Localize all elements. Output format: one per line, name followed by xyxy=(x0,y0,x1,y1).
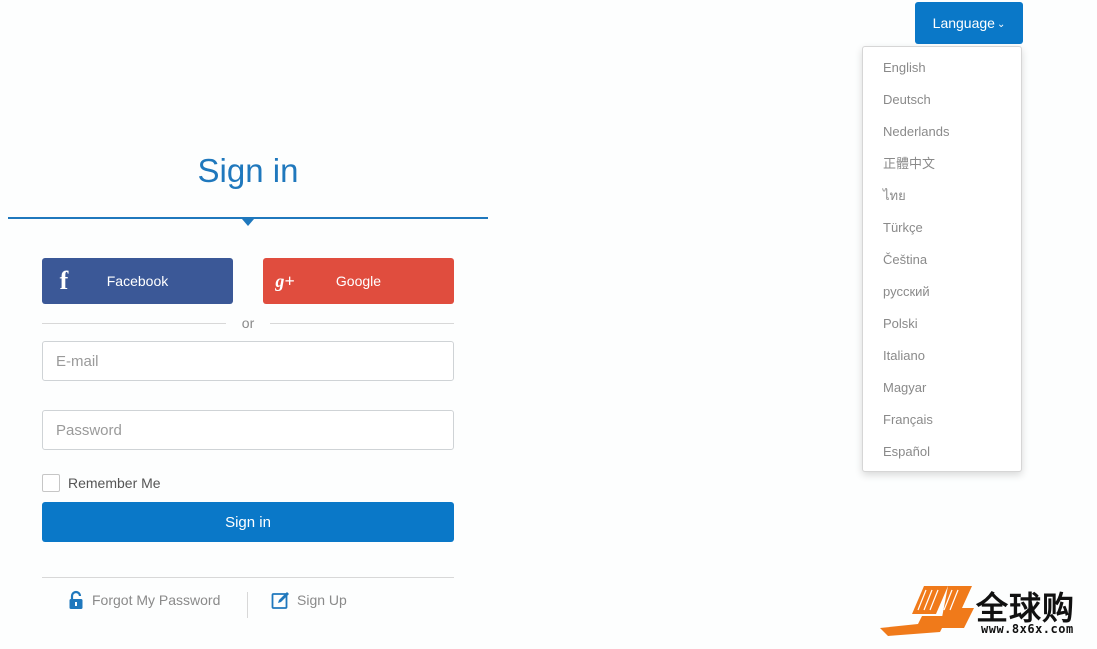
divider-rule-right xyxy=(270,322,455,324)
google-label: Google xyxy=(335,273,382,289)
title-divider-arrow xyxy=(242,219,254,226)
language-button[interactable]: Language ⌄ xyxy=(915,2,1023,44)
language-option[interactable]: ไทย xyxy=(863,180,1021,212)
language-option[interactable]: Magyar xyxy=(863,372,1021,404)
sign-in-page: Language ⌄ English Deutsch Nederlands 正體中文ไ… xyxy=(0,0,1097,649)
language-option[interactable]: Polski xyxy=(863,308,1021,340)
facebook-label: Facebook xyxy=(106,273,169,289)
padlock-icon xyxy=(66,590,86,610)
remember-me-row[interactable]: Remember Me xyxy=(42,473,161,493)
language-option[interactable]: Nederlands xyxy=(863,116,1021,148)
language-dropdown-menu: English Deutsch Nederlands 正體中文 ไทย Türkçe Češ… xyxy=(862,46,1022,472)
password-field[interactable] xyxy=(42,410,454,450)
language-option[interactable]: Čeština xyxy=(863,244,1021,276)
google-plus-icon: g+ xyxy=(275,270,295,291)
or-divider: or xyxy=(42,313,455,333)
language-option[interactable]: English xyxy=(863,52,1021,84)
language-option[interactable]: русский xyxy=(863,276,1021,308)
facebook-login-button[interactable]: f Facebook xyxy=(42,258,233,304)
edit-icon xyxy=(271,590,291,610)
sign-up-link[interactable]: Sign Up xyxy=(271,590,347,610)
facebook-icon: f xyxy=(59,266,69,295)
remember-me-checkbox[interactable] xyxy=(42,474,60,492)
divider-rule-left xyxy=(42,322,226,324)
language-option[interactable]: Italiano xyxy=(863,340,1021,372)
sign-in-button[interactable]: Sign in xyxy=(42,502,454,542)
language-option[interactable]: Türkçe xyxy=(863,212,1021,244)
language-option[interactable]: 正體中文 xyxy=(863,148,1021,180)
chevron-down-icon: ⌄ xyxy=(996,18,1006,30)
sign-up-label: Sign Up xyxy=(297,592,347,608)
email-field[interactable] xyxy=(42,341,454,381)
forgot-password-label: Forgot My Password xyxy=(92,592,221,608)
language-option[interactable]: Deutsch xyxy=(863,84,1021,116)
page-title: Sign in xyxy=(197,152,299,189)
or-text: or xyxy=(241,315,255,331)
remember-me-label: Remember Me xyxy=(68,475,161,491)
language-option[interactable]: Español xyxy=(863,436,1021,468)
footer-separator xyxy=(247,592,248,618)
forgot-password-link[interactable]: Forgot My Password xyxy=(66,590,220,610)
google-login-button[interactable]: g+ Google xyxy=(263,258,454,304)
footer-divider xyxy=(42,577,454,578)
watermark-url: www.8x6x.com xyxy=(981,622,1074,636)
language-option[interactable]: Français xyxy=(863,404,1021,436)
language-button-label: Language xyxy=(932,15,995,31)
